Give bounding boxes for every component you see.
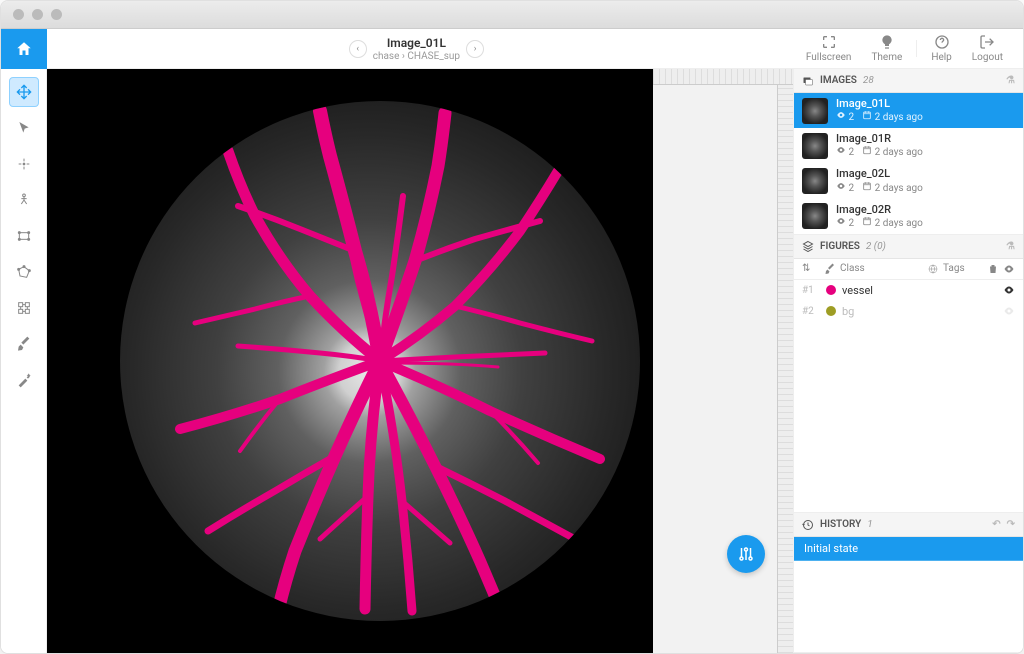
eye-icon xyxy=(836,110,846,120)
images-icon xyxy=(802,75,814,87)
next-image-button[interactable]: › xyxy=(466,40,484,58)
image-row[interactable]: Image_01R 2 2 days ago xyxy=(794,128,1023,163)
figure-class: bg xyxy=(842,305,997,318)
images-panel-header[interactable]: IMAGES 28 ⚗ xyxy=(794,69,1023,93)
canvas-gutter xyxy=(653,69,793,653)
top-header: ‹ Image_01L chase › CHASE_sup › Fullscre… xyxy=(1,29,1023,69)
keypoint-tool[interactable] xyxy=(9,185,39,215)
figure-index: #2 xyxy=(802,306,820,317)
filter-icon[interactable]: ⚗ xyxy=(1006,75,1015,86)
thumbnail xyxy=(802,168,828,194)
minimize-dot[interactable] xyxy=(32,9,43,20)
history-panel-title: HISTORY xyxy=(820,519,861,530)
move-tool[interactable] xyxy=(9,77,39,107)
calendar-icon xyxy=(862,145,872,155)
close-dot[interactable] xyxy=(13,9,24,20)
window-titlebar xyxy=(1,1,1023,29)
maximize-dot[interactable] xyxy=(51,9,62,20)
image-row[interactable]: Image_02R 2 2 days ago xyxy=(794,199,1023,234)
calendar-icon xyxy=(862,216,872,226)
trash-icon[interactable] xyxy=(987,263,999,275)
image-title: Image_01L xyxy=(373,36,460,50)
breadcrumb: ‹ Image_01L chase › CHASE_sup › xyxy=(47,36,786,62)
calendar-icon xyxy=(862,181,872,191)
figure-class: vessel xyxy=(842,284,997,297)
home-button[interactable] xyxy=(1,29,47,69)
thumbnail xyxy=(802,203,828,229)
image-row[interactable]: Image_02L 2 2 days ago xyxy=(794,163,1023,198)
point-tool[interactable] xyxy=(9,149,39,179)
eye-icon xyxy=(836,145,846,155)
undo-icon[interactable]: ↶ xyxy=(992,519,1000,530)
class-color-swatch xyxy=(826,306,836,316)
calendar-icon xyxy=(862,110,872,120)
canvas[interactable] xyxy=(47,69,793,653)
figure-row[interactable]: #2 bg xyxy=(794,301,1023,322)
thumbnail xyxy=(802,133,828,159)
eye-icon xyxy=(836,216,846,226)
filter-icon[interactable]: ⚗ xyxy=(1006,241,1015,252)
eye-icon xyxy=(836,181,846,191)
figure-row[interactable]: #1 vessel xyxy=(794,280,1023,301)
redo-icon[interactable]: ↷ xyxy=(1007,519,1015,530)
image-meta: 2 2 days ago xyxy=(836,181,923,195)
breadcrumb-path: chase › CHASE_sup xyxy=(373,51,460,62)
pointer-tool[interactable] xyxy=(9,113,39,143)
figure-index: #1 xyxy=(802,285,820,296)
image-name: Image_02L xyxy=(836,167,923,180)
image-name: Image_02R xyxy=(836,203,923,216)
image-row[interactable]: Image_01L 2 2 days ago xyxy=(794,93,1023,128)
figures-panel-header[interactable]: FIGURES 2 (0) ⚗ xyxy=(794,235,1023,259)
visibility-icon[interactable] xyxy=(1003,284,1015,296)
bitmap-tool[interactable] xyxy=(9,293,39,323)
vessel-overlay xyxy=(120,101,640,621)
theme-button[interactable]: Theme xyxy=(861,34,912,63)
class-color-swatch xyxy=(826,285,836,295)
history-item[interactable]: Initial state xyxy=(794,537,1023,561)
history-panel-header[interactable]: HISTORY 1 ↶ ↷ xyxy=(794,513,1023,537)
image-meta: 2 2 days ago xyxy=(836,110,923,124)
brush-icon xyxy=(824,263,836,275)
images-count: 28 xyxy=(863,75,874,86)
globe-icon xyxy=(927,263,939,275)
image-meta: 2 2 days ago xyxy=(836,145,923,159)
header-actions: Fullscreen Theme Help Logout xyxy=(786,34,1023,63)
history-icon xyxy=(802,519,814,531)
thumbnail xyxy=(802,98,828,124)
toolbar xyxy=(1,69,47,653)
image-name: Image_01R xyxy=(836,132,923,145)
figures-panel-title: FIGURES xyxy=(820,241,860,252)
polygon-tool[interactable] xyxy=(9,257,39,287)
smart-tool[interactable] xyxy=(9,365,39,395)
image-viewport[interactable] xyxy=(120,101,640,621)
settings-fab[interactable] xyxy=(727,535,765,573)
logout-button[interactable]: Logout xyxy=(962,34,1013,63)
image-name: Image_01L xyxy=(836,97,923,110)
ruler-vertical xyxy=(777,85,793,653)
history-count: 1 xyxy=(867,519,872,530)
visibility-icon[interactable] xyxy=(1003,305,1015,317)
rectangle-tool[interactable] xyxy=(9,221,39,251)
help-button[interactable]: Help xyxy=(921,34,961,63)
image-meta: 2 2 days ago xyxy=(836,216,923,230)
prev-image-button[interactable]: ‹ xyxy=(349,40,367,58)
fullscreen-button[interactable]: Fullscreen xyxy=(796,34,862,63)
right-panel: IMAGES 28 ⚗ Image_01L 2 2 days ago Image… xyxy=(793,69,1023,653)
images-panel-title: IMAGES xyxy=(820,75,857,86)
brush-tool[interactable] xyxy=(9,329,39,359)
figures-columns: ⇅ Class Tags xyxy=(794,259,1023,280)
ruler-horizontal xyxy=(653,69,793,85)
layers-icon xyxy=(802,240,814,252)
eye-icon[interactable] xyxy=(1003,263,1015,275)
